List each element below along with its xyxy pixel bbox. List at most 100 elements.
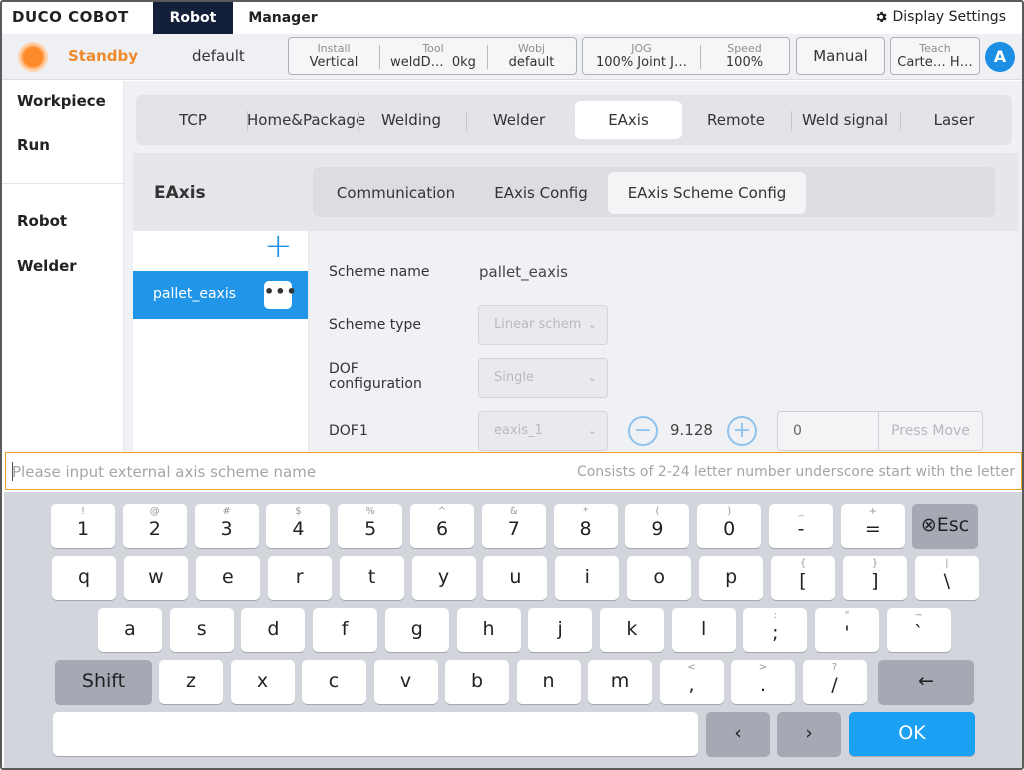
tool-cell[interactable]: Tool weldD… 0kg xyxy=(379,38,487,74)
move-target-input[interactable]: 0 Press Move xyxy=(777,411,983,451)
install-tool-wobj-group[interactable]: Install Vertical Tool weldD… 0kg Wobj de… xyxy=(288,37,577,75)
backspace-key[interactable]: ← xyxy=(878,660,974,704)
key-x2e[interactable]: >. xyxy=(731,660,795,704)
key-p[interactable]: p xyxy=(699,556,764,600)
key-g[interactable]: g xyxy=(384,608,449,652)
scheme-name-input[interactable]: Please input external axis scheme name C… xyxy=(5,452,1022,490)
key-j[interactable]: j xyxy=(528,608,593,652)
program-name[interactable]: default xyxy=(192,47,245,65)
key-x[interactable]: x xyxy=(230,660,295,704)
key-3[interactable]: #3 xyxy=(194,504,259,548)
key-h[interactable]: h xyxy=(456,608,521,652)
subtab-eaxis-scheme-config[interactable]: EAxis Scheme Config xyxy=(608,172,806,214)
key-x5d[interactable]: }] xyxy=(842,556,907,600)
key-8[interactable]: * 8 xyxy=(553,504,618,548)
tab-laser[interactable]: Laser xyxy=(900,101,1008,139)
scheme-list: + pallet_eaxis ••• xyxy=(133,229,308,453)
key-t[interactable]: t xyxy=(339,556,404,600)
tab-weld-signal[interactable]: Weld signal xyxy=(791,101,899,139)
plus-button[interactable]: + xyxy=(727,416,757,446)
key-d[interactable]: d xyxy=(241,608,306,652)
sidebar-item-welder[interactable]: Welder xyxy=(17,257,77,275)
key-9[interactable]: (9 xyxy=(625,504,690,548)
shift-key[interactable]: Shift xyxy=(55,660,152,704)
key-n[interactable]: n xyxy=(516,660,581,704)
key-0[interactable]: ) 0 xyxy=(697,504,762,548)
scheme-type-select[interactable]: Linear schem ⌄ xyxy=(478,305,608,345)
mode-button[interactable]: Manual xyxy=(796,37,885,75)
user-avatar[interactable]: A xyxy=(985,42,1015,72)
subtab-communication[interactable]: Communication xyxy=(319,172,473,214)
key-label: e xyxy=(221,566,234,588)
tab-welding[interactable]: Welding xyxy=(358,101,464,139)
key-label: ; xyxy=(772,622,779,644)
sidebar-item-workpiece[interactable]: Workpiece xyxy=(17,92,106,110)
jog-speed-group[interactable]: JOG 100% Joint J… Speed 100% xyxy=(582,37,790,75)
key-b[interactable]: b xyxy=(445,660,509,704)
subtab-eaxis-config[interactable]: EAxis Config xyxy=(473,172,609,214)
more-options-button[interactable]: ••• xyxy=(264,281,297,309)
key-4[interactable]: $4 xyxy=(266,504,331,548)
teach-group[interactable]: Teach Carte… H… xyxy=(890,37,980,75)
jog-cell[interactable]: JOG 100% Joint J… xyxy=(583,38,700,74)
key-q[interactable]: q xyxy=(52,556,116,600)
key-y[interactable]: y xyxy=(411,556,476,600)
dof-config-select[interactable]: Single ⌄ xyxy=(478,358,608,398)
key-x2f[interactable]: ? / xyxy=(802,660,867,704)
key-e[interactable]: e xyxy=(195,556,260,600)
minus-button[interactable]: − xyxy=(628,416,658,446)
tab-home-package[interactable]: Home&Package xyxy=(247,101,365,139)
tab-remote[interactable]: Remote xyxy=(682,101,790,139)
nav-tab-manager[interactable]: Manager xyxy=(240,2,326,34)
tab-welder[interactable]: Welder xyxy=(466,101,572,139)
sidebar-item-run[interactable]: Run xyxy=(17,136,50,154)
key-6[interactable]: ^ 6 xyxy=(410,504,474,548)
key-o[interactable]: o xyxy=(627,556,692,600)
key-x3b[interactable]: :; xyxy=(743,608,808,652)
teach-cell[interactable]: Teach Carte… H… xyxy=(891,38,979,74)
key-x2d[interactable]: _ - xyxy=(769,504,833,548)
key-7[interactable]: & 7 xyxy=(481,504,546,548)
scheme-list-item[interactable]: pallet_eaxis ••• xyxy=(133,271,308,319)
ok-key[interactable]: OK xyxy=(849,712,975,756)
key-w[interactable]: w xyxy=(123,556,188,600)
tab-tcp[interactable]: TCP xyxy=(140,101,246,139)
key-x2c[interactable]: <, xyxy=(659,660,724,704)
key-x3d[interactable]: + = xyxy=(840,504,905,548)
sidebar-item-robot[interactable]: Robot xyxy=(17,212,67,230)
key-z[interactable]: z xyxy=(159,660,223,704)
key-2[interactable]: @2 xyxy=(122,504,187,548)
nav-tab-robot[interactable]: Robot xyxy=(153,2,233,34)
key-l[interactable]: l xyxy=(671,608,736,652)
install-cell[interactable]: Install Vertical xyxy=(289,38,379,74)
key-5[interactable]: % 5 xyxy=(338,504,403,548)
key-u[interactable]: u xyxy=(483,556,548,600)
press-move-button[interactable]: Press Move xyxy=(878,412,982,450)
key-i[interactable]: i xyxy=(555,556,620,600)
key-a[interactable]: a xyxy=(98,608,162,652)
key-x27[interactable]: " ' xyxy=(815,608,879,652)
key-x5b[interactable]: {[ xyxy=(771,556,835,600)
key-v[interactable]: v xyxy=(373,660,438,704)
key-x60[interactable]: ~ ` xyxy=(886,608,951,652)
speed-cell[interactable]: Speed 100% xyxy=(700,38,789,74)
cursor-right-key[interactable]: › xyxy=(777,712,841,756)
add-scheme-button[interactable]: + xyxy=(264,229,293,263)
dof1-axis-select[interactable]: eaxis_1 ⌄ xyxy=(478,411,608,451)
key-c[interactable]: c xyxy=(302,660,366,704)
tab-eaxis[interactable]: EAxis xyxy=(575,101,682,139)
display-settings-button[interactable]: Display Settings xyxy=(874,9,1006,25)
status-light-icon xyxy=(18,42,48,72)
key-k[interactable]: k xyxy=(599,608,664,652)
space-key[interactable] xyxy=(53,712,698,756)
esc-key[interactable]: ⊗Esc xyxy=(912,504,978,548)
key-x5c[interactable]: | \ xyxy=(914,556,979,600)
key-r[interactable]: r xyxy=(267,556,332,600)
key-m[interactable]: m xyxy=(588,660,652,704)
key-f[interactable]: f xyxy=(313,608,378,652)
cursor-left-key[interactable]: ‹ xyxy=(706,712,770,756)
key-label: ← xyxy=(918,670,934,692)
key-1[interactable]: ! 1 xyxy=(51,504,115,548)
key-s[interactable]: s xyxy=(169,608,234,652)
wobj-cell[interactable]: Wobj default xyxy=(487,38,576,74)
